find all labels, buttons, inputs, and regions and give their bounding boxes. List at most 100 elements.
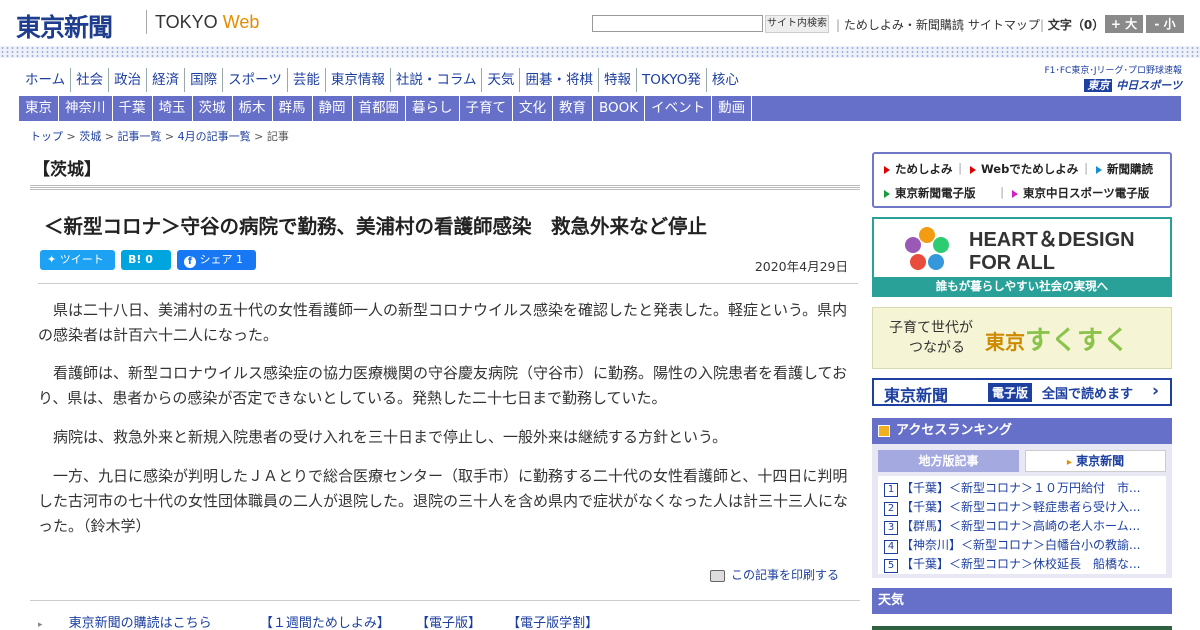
- access-ranking-panel: 地方版記事 ▸ 東京新聞 1 【千葉】＜新型コロナ＞１０万円給付 市... 2 【千…: [872, 444, 1172, 578]
- printer-icon: [710, 569, 725, 582]
- util-link-sitemap[interactable]: | サイトマップ: [960, 16, 1040, 33]
- ranking-tab-tokyo-label: 東京新聞: [1076, 454, 1125, 468]
- section-title: 【茨城】: [33, 160, 101, 180]
- heart-design-caption: 誰もが暮らしやすい社会の実現へ: [874, 277, 1170, 295]
- ranking-item-2[interactable]: 2 【千葉】＜新型コロナ＞軽症患者ら受け入...: [884, 499, 1162, 516]
- ranking-item-3[interactable]: 3 【群馬】＜新型コロナ＞高崎の老人ホーム...: [884, 518, 1162, 535]
- flower-logo-icon: [905, 227, 949, 270]
- promo-separator-1: |: [958, 161, 963, 175]
- chunichi-sports-link[interactable]: F1･FC東京･Jリーグ･プロ野球速報 東京 中日スポーツ: [1022, 63, 1182, 93]
- sub-nav-kanagawa[interactable]: 神奈川: [59, 96, 113, 121]
- promo-trial-link[interactable]: ためしよみ: [884, 161, 953, 177]
- logo-divider: [146, 10, 147, 34]
- sub-nav-bunka[interactable]: 文化: [513, 96, 553, 121]
- ranking-item-2-num: 2: [884, 502, 898, 516]
- sub-nav-kurashi[interactable]: 暮らし: [406, 96, 460, 121]
- site-search-input[interactable]: [592, 15, 763, 32]
- ranking-item-5[interactable]: 5 【千葉】＜新型コロナ＞休校延長 船橋な...: [884, 556, 1162, 573]
- hatena-bookmark-button[interactable]: B! 0: [121, 250, 171, 270]
- heart-design-line-2: FOR ALL: [969, 252, 1055, 274]
- site-search-button[interactable]: サイト内検索: [765, 15, 829, 33]
- breadcrumb-top[interactable]: トップ: [30, 130, 63, 143]
- tokyo-sukusuku-banner[interactable]: 子育て世代が つながる 東京すくすく: [872, 307, 1172, 369]
- subscribe-link[interactable]: ▸ 東京新聞の購読はこちら: [38, 616, 234, 630]
- ranking-item-5-num: 5: [884, 559, 898, 573]
- sukusuku-brand: 東京すくすく: [985, 320, 1129, 357]
- font-size-label: | 文字（0）: [1040, 18, 1105, 32]
- sub-nav-shizuoka[interactable]: 静岡: [313, 96, 353, 121]
- digital-edition-link[interactable]: 【電子版】: [416, 616, 481, 630]
- main-nav-world[interactable]: 国際: [184, 68, 222, 92]
- ranking-item-4[interactable]: 4 【神奈川】＜新型コロナ＞白幡台小の教諭...: [884, 537, 1162, 554]
- main-nav-kakushin[interactable]: 核心: [705, 68, 744, 92]
- tokyo-web-logo[interactable]: TOKYO Web: [155, 12, 259, 33]
- weather-panel-edge: [872, 626, 1172, 630]
- digital-banner-text: 全国で読めます: [1042, 387, 1134, 402]
- main-nav-sports[interactable]: スポーツ: [222, 68, 287, 92]
- main-nav-igo-shogi[interactable]: 囲碁・将棋: [519, 68, 598, 92]
- sub-nav-chiba[interactable]: 千葉: [113, 96, 153, 121]
- weather-header: 天気: [872, 588, 1172, 614]
- promo-chunichi-digital-link[interactable]: 東京中日スポーツ電子版: [1012, 185, 1149, 201]
- font-smaller-button[interactable]: - 小: [1146, 15, 1184, 33]
- heart-design-banner[interactable]: HEART＆DESIGN FOR ALL 誰もが暮らしやすい社会の実現へ: [872, 217, 1172, 297]
- breadcrumb-ibaraki[interactable]: 茨城: [79, 130, 101, 143]
- promo-subscribe-link[interactable]: 新聞購読: [1096, 161, 1153, 177]
- red-arrow-icon: [884, 165, 890, 174]
- util-link-sitemap-label: サイトマップ: [967, 18, 1040, 32]
- chevron-right-icon: ›: [1152, 381, 1160, 401]
- breadcrumb-article-list[interactable]: 記事一覧: [117, 130, 161, 143]
- promo-trial-label: ためしよみ: [895, 162, 953, 176]
- article-date: 2020年4月29日: [754, 259, 848, 274]
- one-week-trial-link[interactable]: 【１週間ためしよみ】: [260, 616, 390, 630]
- main-nav-society[interactable]: 社会: [70, 68, 108, 92]
- main-nav-editorial[interactable]: 社説・コラム: [389, 68, 482, 92]
- sub-nav-tokyo[interactable]: 東京: [19, 96, 59, 121]
- sub-nav-book[interactable]: BOOK: [593, 96, 646, 121]
- tweet-button[interactable]: ✦ ツイート: [40, 250, 115, 270]
- digital-student-link[interactable]: 【電子版学割】: [507, 616, 598, 630]
- sukusuku-tagline-2: つながる: [909, 340, 965, 356]
- promo-web-trial-link[interactable]: Webでためしよみ: [970, 161, 1078, 177]
- main-nav-politics[interactable]: 政治: [108, 68, 146, 92]
- section-divider: [30, 185, 860, 190]
- sub-nav-gunma[interactable]: 群馬: [273, 96, 313, 121]
- ranking-tab-tokyo[interactable]: ▸ 東京新聞: [1025, 450, 1166, 472]
- sub-nav-video[interactable]: 動画: [712, 96, 753, 121]
- ranking-tab-local[interactable]: 地方版記事: [878, 450, 1019, 472]
- tokyo-shimbun-logo[interactable]: 東京新聞: [16, 8, 113, 44]
- font-bigger-button[interactable]: + 大: [1105, 15, 1143, 33]
- ranking-list: 1 【千葉】＜新型コロナ＞１０万円給付 市... 2 【千葉】＜新型コロナ＞軽症患者…: [878, 476, 1166, 574]
- sub-nav-tochigi[interactable]: 栃木: [233, 96, 273, 121]
- digital-banner-name: 東京新聞: [884, 386, 949, 405]
- promo-digital-link[interactable]: 東京新聞電子版: [884, 185, 976, 201]
- sub-nav-event[interactable]: イベント: [645, 96, 713, 121]
- sukusuku-brand-name: すくすく: [1025, 326, 1130, 356]
- sub-nav-ibaraki[interactable]: 茨城: [193, 96, 233, 121]
- promo-subscribe-label: 新聞購読: [1107, 162, 1153, 176]
- print-article-link[interactable]: この記事を印刷する: [710, 566, 839, 583]
- facebook-share-button[interactable]: f シェア 1: [177, 250, 256, 270]
- main-nav-tokyo-info[interactable]: 東京情報: [324, 68, 390, 92]
- sub-nav-shutoken[interactable]: 首都圏: [353, 96, 406, 121]
- sub-nav-kosodate[interactable]: 子育て: [460, 96, 513, 121]
- main-nav-weather[interactable]: 天気: [481, 68, 519, 92]
- util-link-trial[interactable]: | ためしよみ・新聞購読: [836, 16, 964, 33]
- sub-nav-kyoiku[interactable]: 教育: [553, 96, 593, 121]
- breadcrumb-april-list[interactable]: 4月の記事一覧: [178, 130, 251, 143]
- promo-chunichi-digital-label: 東京中日スポーツ電子版: [1023, 186, 1150, 200]
- sub-nav-saitama[interactable]: 埼玉: [153, 96, 193, 121]
- digital-edition-banner[interactable]: 東京新聞 電子版 全国で読めます ›: [872, 378, 1172, 406]
- facebook-icon: f: [184, 256, 196, 268]
- promo-separator-2: |: [1084, 161, 1089, 175]
- main-nav-economy[interactable]: 経済: [146, 68, 184, 92]
- main-nav-tokuho[interactable]: 特報: [597, 68, 636, 92]
- ranking-item-1[interactable]: 1 【千葉】＜新型コロナ＞１０万円給付 市...: [884, 480, 1162, 497]
- article-paragraph-2: 看護師は、新型コロナウイルス感染症の協力医療機関の守谷慶友病院（守谷市）に勤務。…: [38, 364, 848, 407]
- ranking-item-1-text: 【千葉】＜新型コロナ＞１０万円給付 市...: [901, 481, 1141, 495]
- main-nav-tokyo-hatsu[interactable]: TOKYO発: [635, 68, 706, 92]
- main-nav-entertainment[interactable]: 芸能: [286, 68, 325, 92]
- subscription-promo-box: ためしよみ | Webでためしよみ | 新聞購読 東京新聞電子版 | 東京中日ス…: [872, 152, 1172, 208]
- main-nav-home[interactable]: ホーム: [19, 68, 70, 92]
- tweet-label: ツイート: [59, 253, 104, 266]
